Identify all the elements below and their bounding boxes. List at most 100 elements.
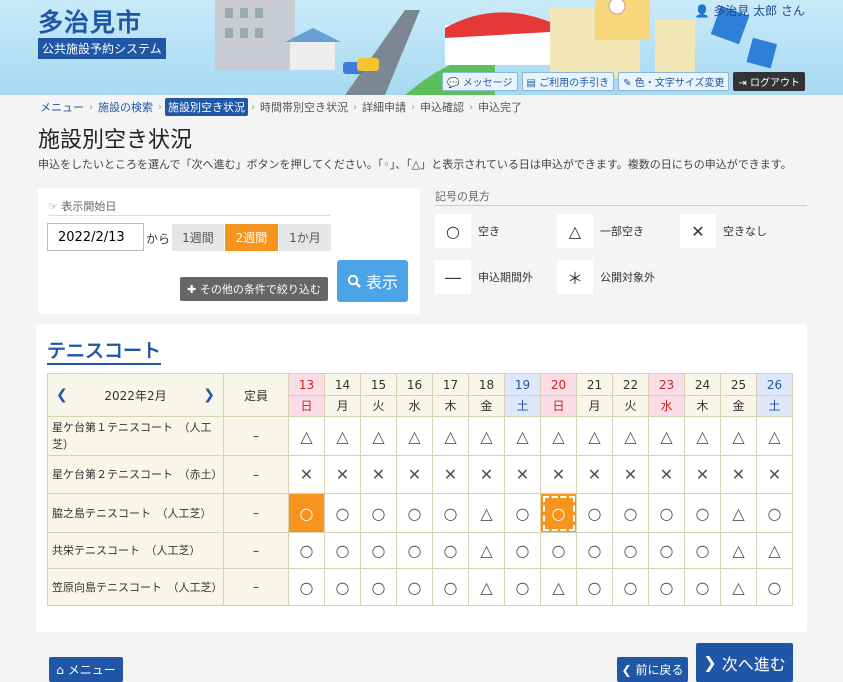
crumb-menu[interactable]: メニュー [38,98,86,116]
guide-button[interactable]: ▤ ご利用の手引き [521,72,615,91]
availability-cell[interactable]: △ [756,532,793,569]
day-weekday: 土 [768,399,781,413]
availability-cell[interactable]: ○ [288,532,325,569]
availability-panel: テニスコート ❮ 2022年2月 ❯ 定員 13 日 14 月 15 火 16 水 17 木 18 金… [36,324,807,632]
filter-button[interactable]: ✚ その他の条件で絞り込む [180,277,328,301]
availability-cell[interactable]: △ [684,416,721,456]
availability-cell[interactable]: ○ [396,568,433,606]
day-header: 14 月 [324,373,361,417]
availability-cell[interactable]: ○ [324,532,361,569]
month-selector: ❮ 2022年2月 ❯ [47,373,224,417]
color-size-button[interactable]: ✎ 色・文字サイズ変更 [618,72,730,91]
asterisk-icon: ＊ [557,260,593,294]
day-header: 17 木 [432,373,469,417]
availability-cell[interactable]: ○ [684,532,721,569]
day-number: 23 [649,374,684,396]
availability-cell[interactable]: △ [468,568,505,606]
availability-cell[interactable]: △ [468,493,505,533]
availability-cell[interactable]: △ [720,532,757,569]
day-number: 20 [541,374,576,396]
availability-cell[interactable]: ○ [684,568,721,606]
period-1month-button[interactable]: 1か月 [279,224,331,251]
availability-cell[interactable]: △ [612,416,649,456]
start-date-input[interactable] [47,223,144,251]
cross-icon: ✕ [680,214,716,248]
day-weekday: 日 [300,399,313,413]
availability-cell[interactable]: ○ [576,568,613,606]
availability-cell[interactable]: ○ [648,493,685,533]
availability-cell[interactable]: ○ [756,568,793,606]
availability-cell[interactable]: △ [324,416,361,456]
availability-cell[interactable]: ○ [360,532,397,569]
availability-cell[interactable]: △ [504,416,541,456]
availability-cell[interactable]: ○ [648,532,685,569]
availability-cell[interactable]: ○ [612,532,649,569]
user-name[interactable]: 👤 多治見 太郎 さん [695,2,805,19]
availability-cell: ✕ [288,455,325,494]
availability-cell[interactable]: △ [360,416,397,456]
availability-cell[interactable]: ○ [432,532,469,569]
availability-cell[interactable]: ○ [576,532,613,569]
availability-cell[interactable]: ○ [360,568,397,606]
availability-cell: ✕ [756,455,793,494]
availability-cell[interactable]: △ [468,532,505,569]
availability-cell: ✕ [432,455,469,494]
breadcrumb: メニュー › 施設の検索 › 施設別空き状況 › 時間帯別空き状況 › 詳細申請 › 申込… [38,98,524,116]
city-name: 多治見市 [38,8,143,37]
logout-button[interactable]: ⇥ ログアウト [733,72,805,91]
availability-cell[interactable]: △ [288,416,325,456]
back-button[interactable]: ❮ 前に戻る [617,657,688,682]
availability-cell[interactable]: △ [648,416,685,456]
availability-cell[interactable]: ○ [432,568,469,606]
availability-cell[interactable]: ○ [576,493,613,533]
availability-cell[interactable]: ○ [612,493,649,533]
next-button[interactable]: ❯ 次へ進む [696,643,793,682]
period-1week-button[interactable]: 1週間 [172,224,224,251]
availability-cell: ✕ [612,455,649,494]
availability-cell[interactable]: △ [720,493,757,533]
availability-cell[interactable]: △ [756,416,793,456]
day-header: 24 木 [684,373,721,417]
availability-cell[interactable]: ○ [504,532,541,569]
availability-cell[interactable]: △ [432,416,469,456]
availability-cell[interactable]: ○ [432,493,469,533]
availability-cell[interactable]: ○ [324,493,361,533]
availability-cell[interactable]: ○ [288,493,325,533]
availability-cell[interactable]: ○ [396,532,433,569]
availability-cell[interactable]: ○ [504,568,541,606]
availability-cell[interactable]: △ [540,416,577,456]
availability-cell[interactable]: ○ [324,568,361,606]
legend-partial: △ 一部空き [557,214,644,248]
chevron-right-icon: › [469,101,473,113]
availability-cell[interactable]: ○ [360,493,397,533]
availability-cell[interactable]: △ [720,568,757,606]
availability-cell[interactable]: ○ [504,493,541,533]
availability-cell[interactable]: ○ [288,568,325,606]
chevron-right-icon[interactable]: ❯ [203,387,215,403]
availability-cell[interactable]: ○ [684,493,721,533]
menu-button[interactable]: ⌂ メニュー [49,657,123,682]
availability-cell[interactable]: △ [540,568,577,606]
availability-cell: ✕ [576,455,613,494]
day-header: 21 月 [576,373,613,417]
day-number: 19 [505,374,540,396]
availability-cell[interactable]: ○ [648,568,685,606]
period-2week-button[interactable]: 2週間 [225,224,278,251]
day-weekday: 土 [516,399,529,413]
crumb-search[interactable]: 施設の検索 [96,98,155,116]
availability-cell[interactable]: ○ [540,493,577,533]
day-header: 25 金 [720,373,757,417]
availability-cell[interactable]: △ [468,416,505,456]
availability-cell[interactable]: ○ [612,568,649,606]
availability-cell[interactable]: △ [576,416,613,456]
day-number: 13 [289,374,324,396]
start-date-label: ☞ 表示開始日 [48,200,117,213]
availability-cell[interactable]: △ [396,416,433,456]
message-button[interactable]: 💬 メッセージ [442,72,518,91]
availability-cell[interactable]: △ [720,416,757,456]
availability-cell[interactable]: ○ [396,493,433,533]
show-button[interactable]: 表示 [337,260,408,302]
chevron-left-icon[interactable]: ❮ [56,387,68,403]
availability-cell[interactable]: ○ [756,493,793,533]
availability-cell[interactable]: ○ [540,532,577,569]
